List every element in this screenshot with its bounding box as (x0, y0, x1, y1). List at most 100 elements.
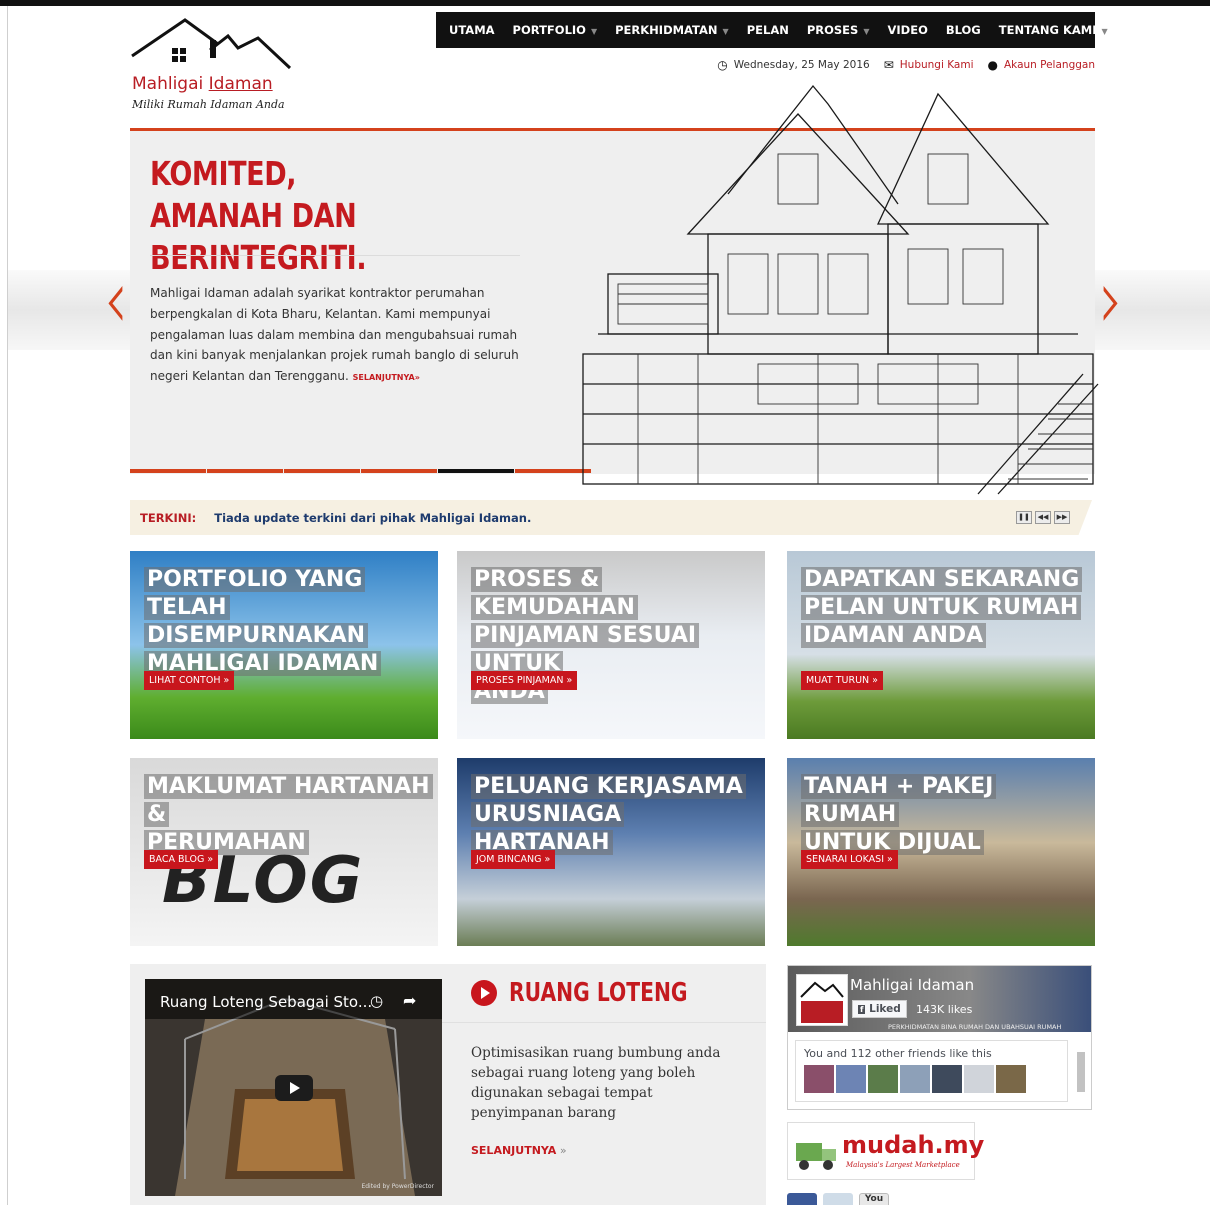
section-more-link[interactable]: SELANJUTNYA » (471, 1144, 567, 1157)
hero-paragraph: Mahligai Idaman adalah syarikat kontrakt… (150, 286, 519, 384)
video-player[interactable]: Ruang Loteng Sebagai Sto... ◷ ➦ Edited b… (145, 979, 442, 1196)
next-slide-arrow[interactable]: › (1099, 258, 1123, 342)
nav-item-label: PELAN (746, 23, 789, 37)
avatar[interactable] (804, 1065, 834, 1093)
video-credit: Edited by PowerDirector (361, 1183, 434, 1190)
user-icon: ● (987, 58, 998, 72)
facebook-friends-text: You and 112 other friends like this (804, 1047, 992, 1060)
tile-button[interactable]: LIHAT CONTOH » (144, 671, 235, 690)
avatar[interactable] (932, 1065, 962, 1093)
chevron-down-icon: ▼ (1101, 27, 1108, 36)
rewind-icon[interactable]: ◀◀ (1035, 511, 1051, 524)
tile-title: PORTFOLIO YANG TELAH DISEMPURNAKAN MAHLIGA… (144, 566, 434, 678)
more-suffix: » (556, 1144, 567, 1157)
tile-button[interactable]: PROSES PINJAMAN » (471, 671, 578, 690)
feature-tile[interactable]: PROSES & KEMUDAHAN PINJAMAN SESUAI UNTUK A… (457, 551, 765, 739)
nav-item-tentang-kami[interactable]: TENTANG KAMI ▼ (999, 23, 1108, 37)
contact-link[interactable]: Hubungi Kami (900, 59, 974, 71)
slide-dot[interactable] (207, 469, 283, 473)
youtube-icon[interactable]: You (859, 1193, 889, 1205)
facebook-page-logo[interactable] (796, 974, 848, 1026)
info-bar: ◷ Wednesday, 25 May 2016 ✉ Hubungi Kami … (703, 58, 1095, 72)
mudah-banner[interactable]: mudah.my Malaysia's Largest Marketplace (787, 1122, 984, 1180)
chevron-down-icon: ▼ (722, 27, 729, 36)
nav-item-blog[interactable]: BLOG (946, 23, 981, 37)
facebook-page-name[interactable]: Mahligai Idaman (850, 976, 974, 994)
chevron-down-icon: ▼ (863, 27, 870, 36)
logo-name: Mahligai Idaman (132, 74, 273, 94)
feature-tile[interactable]: PELUANG KERJASAMA URUSNIAGA HARTANAH JOM B… (457, 758, 765, 946)
prev-slide-arrow[interactable]: ‹ (104, 258, 128, 342)
ticker-controls: ❚❚ ◀◀ ▶▶ (1013, 511, 1070, 524)
twitter-icon[interactable] (823, 1193, 853, 1205)
facebook-widget: Mahligai Idaman f Liked 143K likes PERKH… (787, 965, 1092, 1110)
clock-icon[interactable]: ◷ (370, 992, 383, 1010)
facebook-icon[interactable] (787, 1193, 817, 1205)
feature-tile[interactable]: PORTFOLIO YANG TELAH DISEMPURNAKAN MAHLIGA… (130, 551, 438, 739)
tile-button[interactable]: MUAT TURUN » (801, 671, 883, 690)
account-link[interactable]: Akaun Pelanggan (1004, 59, 1095, 71)
nav-item-label: PORTFOLIO (512, 23, 586, 37)
facebook-scrollbar[interactable] (1075, 1040, 1087, 1102)
ticker-text[interactable]: Tiada update terkini dari pihak Mahligai… (214, 511, 531, 525)
nav-item-pelan[interactable]: PELAN (747, 23, 789, 37)
tile-title-line: MAKLUMAT HARTANAH & (144, 774, 433, 827)
avatar[interactable] (900, 1065, 930, 1093)
play-button[interactable] (275, 1075, 313, 1101)
tile-title-line: IDAMAN ANDA (801, 623, 987, 648)
facebook-likes-count: 143K likes (916, 1003, 973, 1016)
nav-item-label: BLOG (945, 23, 981, 37)
tile-button[interactable]: JOM BINCANG » (471, 850, 556, 869)
nav-item-perkhidmatan[interactable]: PERKHIDMATAN ▼ (615, 23, 729, 37)
tile-title-line: PINJAMAN SESUAI UNTUK (471, 623, 700, 676)
main-nav: UTAMA PORTFOLIO ▼ PERKHIDMATAN ▼ PELAN PROSES ▼… (436, 12, 1108, 48)
avatar[interactable] (964, 1065, 994, 1093)
like-label: Liked (869, 1003, 901, 1015)
facebook-like-button[interactable]: f Liked (852, 1000, 907, 1018)
tile-title-line: TANAH + PAKEJ RUMAH (801, 774, 997, 827)
tile-title-line: DAPATKAN SEKARANG (801, 567, 1083, 592)
video-title: Ruang Loteng Sebagai Sto... (160, 993, 373, 1011)
tile-button[interactable]: BACA BLOG » (144, 850, 219, 869)
nav-item-portfolio[interactable]: PORTFOLIO ▼ (513, 23, 598, 37)
avatar[interactable] (836, 1065, 866, 1093)
hero-more-link[interactable]: SELANJUTNYA» (353, 373, 420, 382)
facebook-subtitle: PERKHIDMATAN BINA RUMAH DAN UBAHSUAI RUM… (888, 1023, 1062, 1031)
left-border (7, 6, 8, 1205)
pause-icon[interactable]: ❚❚ (1016, 511, 1032, 524)
tile-title: DAPATKAN SEKARANG PELAN UNTUK RUMAH IDAMAN… (801, 566, 1091, 650)
feature-tile[interactable]: DAPATKAN SEKARANG PELAN UNTUK RUMAH IDAMAN… (787, 551, 1095, 739)
tile-title: PELUANG KERJASAMA URUSNIAGA HARTANAH (471, 773, 761, 857)
tile-title-line: PELUANG KERJASAMA (471, 774, 746, 799)
house-sketch-image (582, 84, 1099, 495)
section-heading: RUANG LOTENG (471, 978, 738, 1008)
play-circle-icon (471, 980, 497, 1006)
slide-dot[interactable] (361, 469, 437, 473)
tile-button[interactable]: SENARAI LOKASI » (801, 850, 898, 869)
nav-item-proses[interactable]: PROSES ▼ (807, 23, 870, 37)
feature-tile[interactable]: TANAH + PAKEJ RUMAH UNTUK DIJUAL SENARAI L… (787, 758, 1095, 946)
tile-title-line: DISEMPURNAKAN (144, 623, 369, 648)
nav-item-label: TENTANG KAMI (998, 23, 1097, 37)
hero-divider (150, 255, 520, 256)
share-icon[interactable]: ➦ (403, 991, 416, 1010)
feature-tile[interactable]: BLOG MAKLUMAT HARTANAH & PERUMAHAN BACA BLO… (130, 758, 438, 946)
nav-item-label: UTAMA (449, 23, 495, 37)
avatar[interactable] (996, 1065, 1026, 1093)
nav-item-video[interactable]: VIDEO (887, 23, 927, 37)
slide-indicators (130, 469, 592, 473)
mudah-tagline: Malaysia's Largest Marketplace (846, 1161, 960, 1169)
avatar[interactable] (868, 1065, 898, 1093)
slide-dot[interactable] (438, 469, 514, 473)
chevron-down-icon: ▼ (590, 27, 598, 36)
slide-dot[interactable] (130, 469, 206, 473)
site-logo[interactable]: Mahligai Idaman Miliki Rumah Idaman Anda (130, 16, 300, 116)
friend-avatars (804, 1065, 1028, 1093)
more-label: SELANJUTNYA (471, 1144, 557, 1157)
slide-dot[interactable] (284, 469, 360, 473)
facebook-friends-box: You and 112 other friends like this (795, 1040, 1068, 1102)
forward-icon[interactable]: ▶▶ (1054, 511, 1070, 524)
house-roof-icon (131, 18, 292, 70)
nav-item-utama[interactable]: UTAMA (449, 23, 495, 37)
logo-tagline: Miliki Rumah Idaman Anda (132, 98, 285, 111)
